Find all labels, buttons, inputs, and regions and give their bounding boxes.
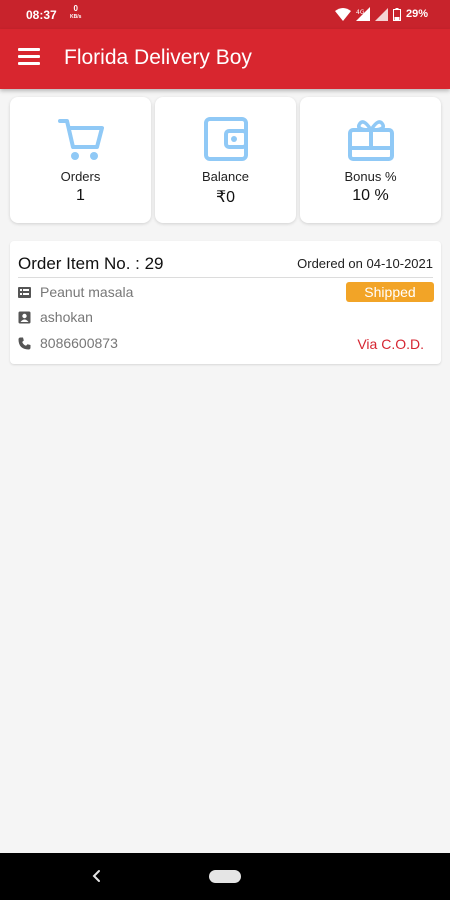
cart-icon xyxy=(57,119,104,160)
lte-signal-icon: 4G xyxy=(355,7,370,21)
orders-label: Orders xyxy=(60,169,101,184)
balance-label: Balance xyxy=(202,169,249,184)
phone-icon xyxy=(18,337,31,349)
orders-card[interactable]: Orders 1 xyxy=(10,97,151,223)
orders-value: 1 xyxy=(76,187,85,204)
phone-number[interactable]: 8086600873 xyxy=(40,335,118,351)
app-bar: Florida Delivery Boy xyxy=(0,29,450,89)
status-badge: Shipped xyxy=(346,282,434,302)
bonus-label: Bonus % xyxy=(344,169,397,184)
contact-icon xyxy=(18,311,31,323)
status-bar: 08:37 0 KB/s 4G 29% xyxy=(0,0,450,29)
bonus-card[interactable]: Bonus % 10 % xyxy=(300,97,441,223)
list-icon xyxy=(18,286,31,298)
balance-value: ₹0 xyxy=(215,189,236,206)
svg-text:4G: 4G xyxy=(356,9,365,16)
wallet-icon xyxy=(203,117,248,161)
battery-percent: 29% xyxy=(405,8,428,20)
gift-card-icon xyxy=(347,120,394,161)
phone-row: 8086600873 xyxy=(18,335,118,351)
app-title: Florida Delivery Boy xyxy=(64,46,252,69)
stats-row: Orders 1 Balance ₹0 Bonus % 10 % xyxy=(10,97,441,223)
balance-card[interactable]: Balance ₹0 xyxy=(155,97,296,223)
order-date: Ordered on 04-10-2021 xyxy=(297,256,433,271)
status-icons: 4G 29% xyxy=(334,7,428,21)
menu-icon[interactable] xyxy=(18,48,42,70)
payment-method: Via C.O.D. xyxy=(357,336,424,352)
network-speed-value: 0 xyxy=(73,4,78,13)
home-pill[interactable] xyxy=(209,870,241,883)
bonus-value: 10 % xyxy=(352,187,389,204)
product-row: Peanut masala xyxy=(18,284,133,300)
order-card[interactable]: Order Item No. : 29 Ordered on 04-10-202… xyxy=(10,241,441,364)
order-number: Order Item No. : 29 xyxy=(18,254,164,273)
product-name: Peanut masala xyxy=(40,284,134,300)
system-nav-bar xyxy=(0,853,450,900)
battery-icon xyxy=(392,7,401,21)
signal-icon xyxy=(374,7,388,21)
customer-row: ashokan xyxy=(18,309,93,325)
divider xyxy=(18,277,433,278)
back-icon[interactable] xyxy=(90,867,104,885)
wifi-icon xyxy=(334,7,351,21)
network-speed-unit: KB/s xyxy=(70,14,82,20)
status-time: 08:37 xyxy=(26,8,57,22)
network-speed: 0 KB/s xyxy=(70,5,81,21)
customer-name: ashokan xyxy=(40,309,93,325)
